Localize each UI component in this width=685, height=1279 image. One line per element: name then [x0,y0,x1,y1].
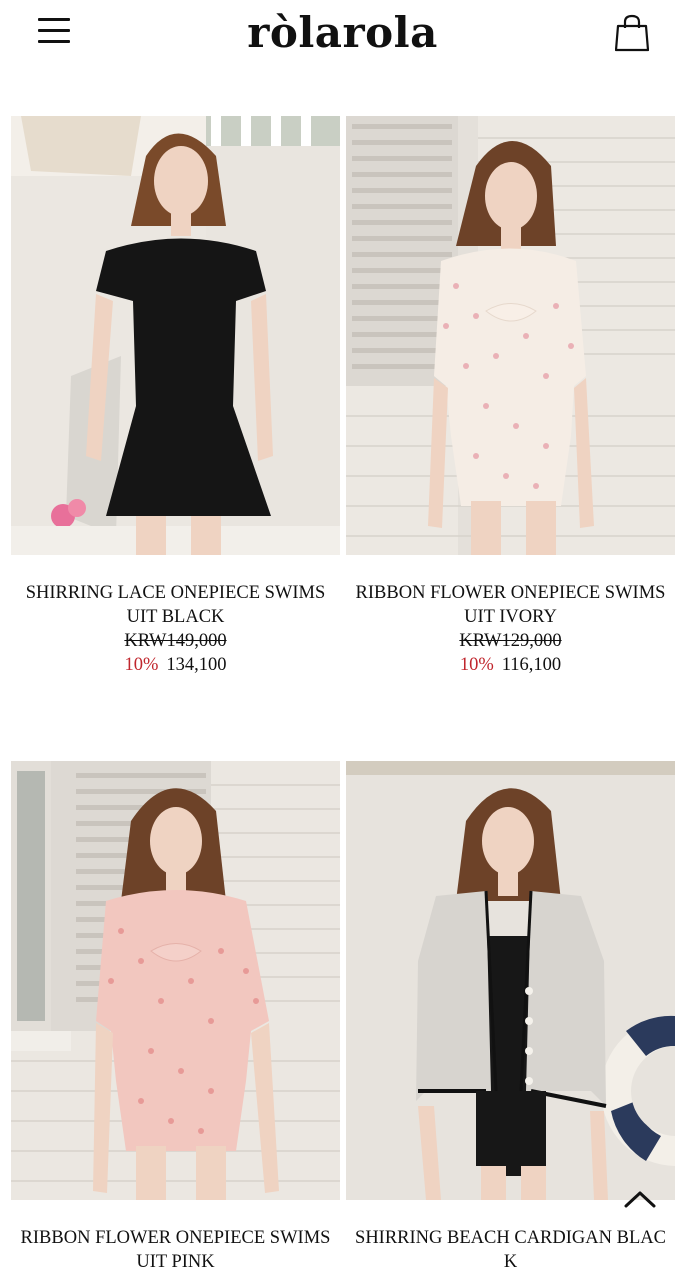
product-name[interactable]: SHIRRING BEACH CARDIGAN BLAC K [346,1226,675,1274]
product-image[interactable] [346,761,675,1200]
brand-logo[interactable]: ròlarola [0,8,685,57]
product-name[interactable]: SHIRRING LACE ONEPIECE SWIMS UIT BLACK [11,581,340,629]
product-image[interactable] [11,116,340,555]
shopping-bag-icon[interactable] [614,14,650,52]
scroll-to-top-chevron-icon[interactable] [622,1186,658,1212]
sale-price-row: 10% 116,100 [346,653,675,677]
product-name[interactable]: RIBBON FLOWER ONEPIECE SWIMS UIT PINK [11,1226,340,1274]
header: ròlarola [0,0,685,70]
sale-price: 134,100 [166,655,227,675]
original-price: KRW129,000 [459,631,562,651]
product-card[interactable]: SHIRRING LACE ONEPIECE SWIMS UIT BLACK K… [11,116,340,677]
sale-price: 116,100 [501,655,562,675]
product-image[interactable] [346,116,675,555]
product-card[interactable]: RIBBON FLOWER ONEPIECE SWIMS UIT PINK [11,761,340,1274]
original-price: KRW149,000 [124,631,227,651]
product-image[interactable] [11,761,340,1200]
sale-price-row: 10% 134,100 [11,653,340,677]
product-name[interactable]: RIBBON FLOWER ONEPIECE SWIMS UIT IVORY [346,581,675,629]
discount-percent: 10% [459,655,494,675]
product-card[interactable]: RIBBON FLOWER ONEPIECE SWIMS UIT IVORY K… [346,116,675,677]
discount-percent: 10% [124,655,159,675]
